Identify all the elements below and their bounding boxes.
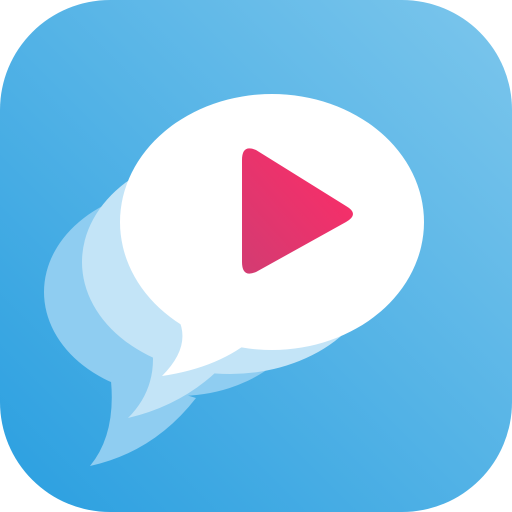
- app-icon[interactable]: [0, 0, 512, 512]
- icon-stage: [0, 0, 512, 512]
